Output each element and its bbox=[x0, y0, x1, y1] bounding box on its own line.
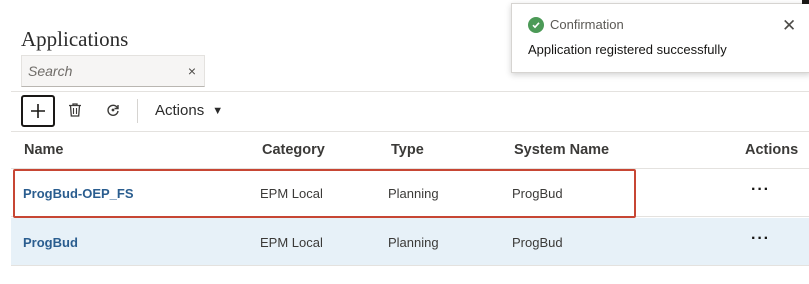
category-cell: EPM Local bbox=[260, 235, 323, 250]
column-header-system-name[interactable]: System Name bbox=[514, 142, 609, 158]
plus-icon bbox=[31, 104, 45, 118]
search-input[interactable] bbox=[28, 62, 178, 80]
category-cell: EPM Local bbox=[260, 186, 323, 201]
add-button[interactable] bbox=[21, 95, 55, 127]
window-edge-marker bbox=[802, 0, 809, 4]
table-row[interactable]: ProgBud EPM Local Planning ProgBud ··· bbox=[11, 218, 809, 266]
actions-label: Actions bbox=[155, 102, 205, 119]
caret-down-icon: ▼ bbox=[212, 104, 224, 117]
table-header: Name Category Type System Name Actions bbox=[11, 131, 809, 169]
clear-search-icon[interactable]: × bbox=[188, 63, 196, 79]
toolbar-separator bbox=[137, 99, 138, 123]
actions-menu-button[interactable]: Actions ▼ bbox=[155, 102, 223, 119]
column-header-type[interactable]: Type bbox=[391, 142, 424, 158]
row-actions-more-icon[interactable]: ··· bbox=[751, 181, 770, 199]
type-cell: Planning bbox=[388, 186, 439, 201]
refresh-icon bbox=[107, 104, 119, 116]
application-name-link[interactable]: ProgBud-OEP_FS bbox=[23, 186, 134, 201]
search-field[interactable]: × bbox=[21, 55, 205, 87]
application-name-link[interactable]: ProgBud bbox=[23, 235, 78, 250]
toast-message: Application registered successfully bbox=[528, 42, 727, 57]
delete-button[interactable] bbox=[66, 101, 84, 119]
type-cell: Planning bbox=[388, 235, 439, 250]
confirmation-toast: Confirmation Application registered succ… bbox=[511, 3, 809, 73]
system-name-cell: ProgBud bbox=[512, 186, 563, 201]
column-header-name[interactable]: Name bbox=[24, 142, 64, 158]
refresh-button[interactable] bbox=[104, 101, 122, 119]
page-title: Applications bbox=[21, 27, 129, 51]
success-check-icon bbox=[528, 17, 544, 33]
column-header-category[interactable]: Category bbox=[262, 142, 325, 158]
close-icon[interactable]: ✕ bbox=[782, 16, 796, 36]
toast-title: Confirmation bbox=[550, 17, 624, 32]
table-row[interactable]: ProgBud-OEP_FS EPM Local Planning ProgBu… bbox=[11, 169, 809, 217]
system-name-cell: ProgBud bbox=[512, 235, 563, 250]
column-header-actions: Actions bbox=[745, 142, 799, 158]
trash-icon bbox=[69, 103, 81, 117]
row-actions-more-icon[interactable]: ··· bbox=[751, 230, 770, 248]
toolbar-divider bbox=[11, 91, 809, 92]
